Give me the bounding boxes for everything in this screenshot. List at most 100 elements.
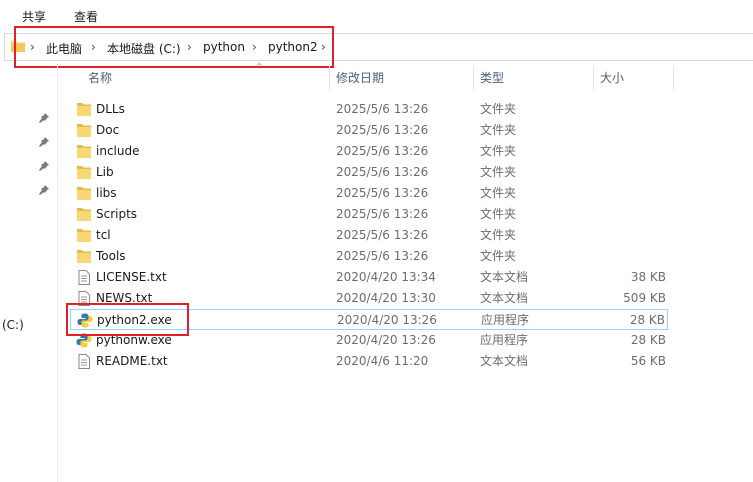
- text-file-icon: [78, 291, 90, 306]
- file-date: 2020/4/20 13:34: [336, 270, 436, 284]
- folder-icon: [77, 208, 91, 221]
- file-row[interactable]: include 2025/5/6 13:26 文件夹: [70, 141, 668, 162]
- file-name: Lib: [96, 165, 114, 179]
- file-name: Tools: [96, 249, 126, 263]
- chevron-right-icon[interactable]: ›: [91, 40, 96, 54]
- file-type: 文件夹: [480, 249, 517, 263]
- file-row[interactable]: DLLs 2025/5/6 13:26 文件夹: [70, 99, 668, 120]
- file-size: 56 KB: [630, 354, 666, 368]
- python-icon: [76, 333, 92, 348]
- file-name: README.txt: [96, 354, 168, 368]
- file-type: 文件夹: [480, 165, 517, 179]
- sort-caret-icon: ^: [256, 62, 263, 71]
- file-name: Scripts: [96, 207, 138, 221]
- folder-icon: [11, 41, 25, 52]
- pin-icon[interactable]: [38, 160, 50, 172]
- navigation-pane: (C:): [0, 64, 58, 482]
- breadcrumb-python2[interactable]: python2: [268, 40, 318, 54]
- column-separator[interactable]: [593, 66, 594, 90]
- file-row[interactable]: NEWS.txt 2020/4/20 13:30 文本文档 509 KB: [70, 288, 668, 309]
- file-date: 2020/4/6 11:20: [336, 354, 429, 368]
- file-row[interactable]: Doc 2025/5/6 13:26 文件夹: [70, 120, 668, 141]
- folder-icon: [77, 250, 91, 263]
- file-row[interactable]: Scripts 2025/5/6 13:26 文件夹: [70, 204, 668, 225]
- pin-icon[interactable]: [38, 184, 50, 196]
- file-type: 文件夹: [480, 186, 517, 200]
- file-size: 28 KB: [629, 313, 665, 327]
- file-row[interactable]: pythonw.exe 2020/4/20 13:26 应用程序 28 KB: [70, 330, 668, 351]
- file-size: 509 KB: [623, 291, 666, 305]
- file-type: 文件夹: [480, 102, 517, 116]
- file-size: 38 KB: [630, 270, 666, 284]
- python-icon: [77, 313, 93, 328]
- pin-icon[interactable]: [38, 112, 50, 124]
- file-date: 2025/5/6 13:26: [336, 249, 429, 263]
- file-size: 28 KB: [630, 333, 666, 347]
- file-name: libs: [96, 186, 117, 200]
- ribbon-menu: 共享 查看: [0, 0, 753, 30]
- file-date: 2025/5/6 13:26: [336, 102, 429, 116]
- file-type: 文本文档: [480, 354, 529, 368]
- file-row-selected[interactable]: python2.exe 2020/4/20 13:26 应用程序 28 KB: [70, 309, 668, 330]
- menu-share[interactable]: 共享: [22, 8, 46, 25]
- file-type: 文件夹: [480, 228, 517, 242]
- file-type: 文件夹: [480, 207, 517, 221]
- column-separator[interactable]: [329, 66, 330, 90]
- file-row[interactable]: Lib 2025/5/6 13:26 文件夹: [70, 162, 668, 183]
- file-row[interactable]: README.txt 2020/4/6 11:20 文本文档 56 KB: [70, 351, 668, 372]
- file-name: include: [96, 144, 140, 158]
- text-file-icon: [78, 270, 90, 285]
- file-type: 文本文档: [480, 270, 529, 284]
- column-separator[interactable]: [673, 66, 674, 90]
- column-separator[interactable]: [473, 66, 474, 90]
- file-row[interactable]: Tools 2025/5/6 13:26 文件夹: [70, 246, 668, 267]
- file-type: 应用程序: [481, 313, 530, 327]
- address-bar[interactable]: › 此电脑 › 本地磁盘 (C:) › python › python2 ›: [4, 33, 753, 61]
- breadcrumb-this-pc[interactable]: 此电脑: [46, 40, 82, 57]
- file-name: python2.exe: [97, 313, 172, 327]
- chevron-right-icon[interactable]: ›: [252, 40, 257, 54]
- folder-icon: [77, 229, 91, 242]
- breadcrumb-local-disk[interactable]: 本地磁盘 (C:): [107, 40, 181, 57]
- column-header-name[interactable]: 名称: [88, 64, 112, 92]
- folder-icon: [77, 124, 91, 137]
- chevron-right-icon[interactable]: ›: [321, 40, 326, 54]
- file-date: 2025/5/6 13:26: [336, 228, 429, 242]
- column-header-size[interactable]: 大小: [600, 64, 624, 92]
- file-date: 2020/4/20 13:26: [336, 333, 436, 347]
- file-name: tcl: [96, 228, 111, 242]
- file-date: 2025/5/6 13:26: [336, 144, 429, 158]
- column-header-row: ^ 名称 修改日期 类型 大小: [58, 62, 753, 92]
- file-date: 2025/5/6 13:26: [336, 165, 429, 179]
- nav-item-c-drive[interactable]: (C:): [2, 318, 24, 332]
- file-type: 文件夹: [480, 144, 517, 158]
- folder-icon: [77, 187, 91, 200]
- file-type: 文本文档: [480, 291, 529, 305]
- menu-view[interactable]: 查看: [74, 8, 98, 25]
- file-name: DLLs: [96, 102, 125, 116]
- file-date: 2025/5/6 13:26: [336, 123, 429, 137]
- pin-icon[interactable]: [38, 136, 50, 148]
- chevron-right-icon[interactable]: ›: [187, 40, 192, 54]
- chevron-right-icon[interactable]: ›: [30, 40, 35, 54]
- file-row[interactable]: LICENSE.txt 2020/4/20 13:34 文本文档 38 KB: [70, 267, 668, 288]
- folder-icon: [77, 166, 91, 179]
- file-name: Doc: [96, 123, 120, 137]
- file-date: 2020/4/20 13:26: [337, 313, 437, 327]
- file-date: 2020/4/20 13:30: [336, 291, 436, 305]
- folder-icon: [77, 145, 91, 158]
- folder-icon: [77, 103, 91, 116]
- column-header-type[interactable]: 类型: [480, 64, 504, 92]
- file-row[interactable]: tcl 2025/5/6 13:26 文件夹: [70, 225, 668, 246]
- breadcrumb-python[interactable]: python: [203, 40, 245, 54]
- column-header-date[interactable]: 修改日期: [336, 64, 384, 92]
- file-name: LICENSE.txt: [96, 270, 167, 284]
- file-type: 应用程序: [480, 333, 529, 347]
- file-date: 2025/5/6 13:26: [336, 207, 429, 221]
- file-row[interactable]: libs 2025/5/6 13:26 文件夹: [70, 183, 668, 204]
- file-name: pythonw.exe: [96, 333, 172, 347]
- file-date: 2025/5/6 13:26: [336, 186, 429, 200]
- text-file-icon: [78, 354, 90, 369]
- file-name: NEWS.txt: [96, 291, 153, 305]
- file-type: 文件夹: [480, 123, 517, 137]
